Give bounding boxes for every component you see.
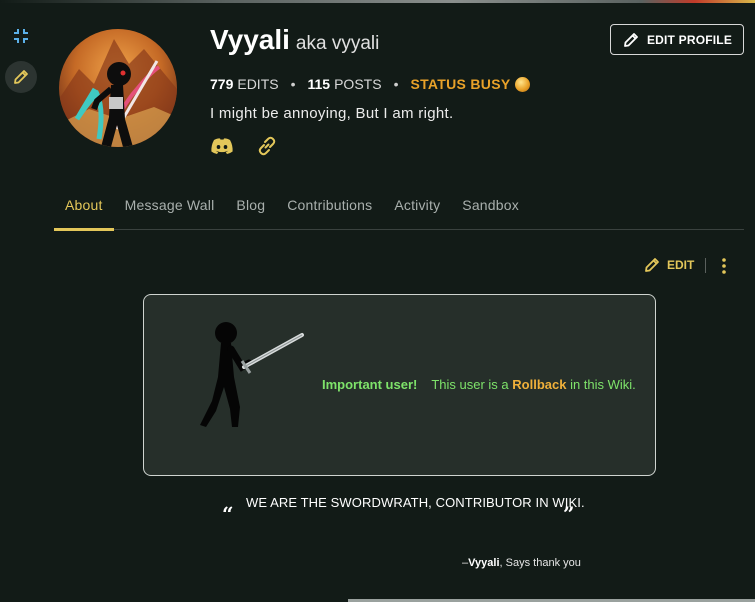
- status-emoji-icon: [515, 76, 531, 92]
- posts-stat[interactable]: 115 POSTS: [308, 76, 382, 92]
- edits-stat[interactable]: 779 EDITS: [210, 76, 279, 92]
- link-icon: [258, 136, 276, 156]
- profile-bio: I might be annoying, But I am right.: [210, 105, 454, 122]
- toolbar-divider: [705, 258, 706, 273]
- pencil-icon: [645, 258, 659, 272]
- more-vertical-icon: [722, 258, 726, 274]
- edit-profile-button[interactable]: EDIT PROFILE: [610, 24, 744, 55]
- userbox-role: Rollback: [512, 377, 567, 392]
- attribution-suffix: , Says thank you: [499, 557, 581, 569]
- tab-sandbox[interactable]: Sandbox: [451, 194, 530, 229]
- posts-count: 115: [307, 76, 331, 92]
- profile-stats: 779 EDITS • 115 POSTS • STATUS BUSY: [210, 76, 531, 92]
- posts-label: POSTS: [334, 76, 382, 92]
- name-row: Vyyali aka vyyali: [210, 24, 379, 56]
- collapse-icon: [14, 29, 28, 43]
- edit-profile-label: EDIT PROFILE: [646, 32, 733, 47]
- stat-separator: •: [290, 76, 296, 92]
- edits-count: 779: [210, 76, 234, 92]
- edits-label: EDITS: [237, 76, 279, 92]
- userbox-text: Important user! This user is a Rollback i…: [322, 377, 636, 392]
- quote-text: WE ARE THE SWORDWRATH, CONTRIBUTOR IN WI…: [246, 495, 585, 510]
- top-accent-bar: [0, 0, 755, 3]
- tab-contributions[interactable]: Contributions: [276, 194, 383, 229]
- stat-separator: •: [393, 76, 399, 92]
- quote-attribution: –Vyyali, Says thank you: [462, 557, 581, 569]
- profile-tabs: About Message Wall Blog Contributions Ac…: [54, 194, 744, 231]
- more-options-button[interactable]: [719, 257, 729, 280]
- username-alias: aka vyyali: [295, 33, 380, 54]
- edit-about-button[interactable]: EDIT: [643, 256, 694, 274]
- avatar-image: [59, 39, 177, 147]
- userbox-important: Important user!: [322, 377, 418, 392]
- attribution-name: Vyyali: [468, 557, 500, 569]
- left-rail: [0, 0, 44, 602]
- tab-message-wall[interactable]: Message Wall: [114, 194, 226, 229]
- website-link[interactable]: [256, 135, 278, 162]
- userbox-prefix: This user is a: [431, 377, 513, 392]
- tab-activity[interactable]: Activity: [383, 194, 451, 229]
- pencil-icon: [624, 32, 638, 47]
- username: Vyyali: [210, 24, 290, 55]
- status-text: STATUS BUSY: [410, 76, 511, 92]
- avatar[interactable]: [59, 29, 177, 147]
- tab-about[interactable]: About: [54, 194, 114, 231]
- discord-link[interactable]: [210, 137, 234, 160]
- tab-blog[interactable]: Blog: [225, 194, 276, 229]
- discord-icon: [211, 138, 233, 154]
- edit-label: EDIT: [667, 258, 695, 272]
- rail-edit-button[interactable]: [5, 61, 37, 93]
- social-links: [210, 135, 278, 162]
- quote-close-mark: ”: [563, 502, 575, 526]
- quote-block: “ WE ARE THE SWORDWRATH, CONTRIBUTOR IN …: [222, 494, 585, 526]
- quote-open-mark: “: [222, 502, 234, 526]
- stick-figure-swordsman-image: [200, 322, 304, 427]
- userbox-card: Important user! This user is a Rollback i…: [143, 294, 656, 476]
- pencil-icon: [14, 70, 28, 84]
- userbox-suffix: in this Wiki.: [566, 377, 636, 392]
- collapse-button[interactable]: [5, 20, 37, 52]
